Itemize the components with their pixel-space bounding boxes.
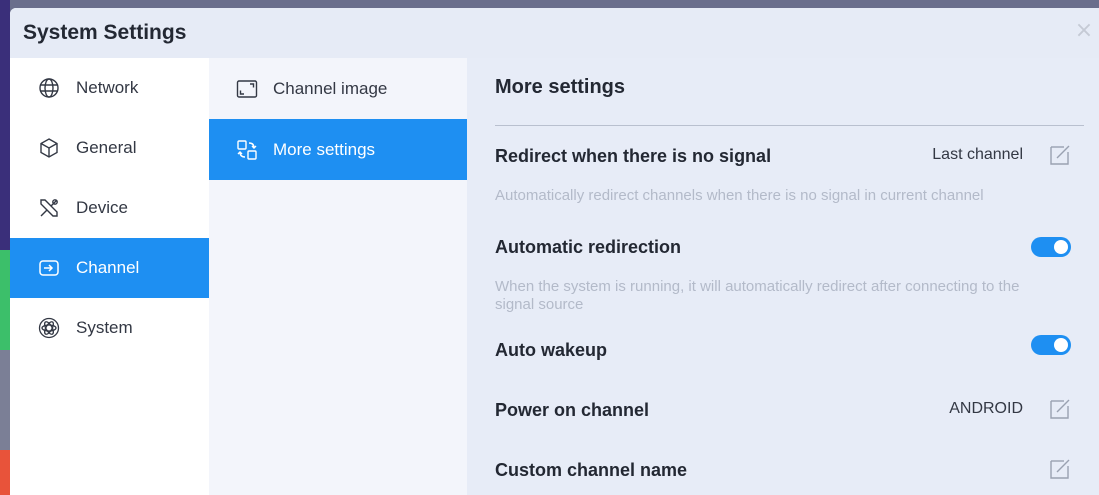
- submenu: Channel image More settings: [209, 58, 467, 495]
- switch-icon: [235, 138, 259, 162]
- settings-panel: More settings Redirect when there is no …: [467, 58, 1099, 495]
- window-title: System Settings: [23, 21, 187, 44]
- submenu-item-label: Channel image: [273, 78, 388, 98]
- setting-value: Last channel: [932, 146, 1023, 163]
- auto-wakeup-toggle[interactable]: [1031, 335, 1071, 355]
- edit-icon[interactable]: [1047, 456, 1073, 482]
- submenu-item-label: More settings: [273, 139, 376, 159]
- setting-auto-wakeup: Auto wakeup: [495, 335, 1087, 361]
- setting-power-on-channel: Power on channel ANDROID: [495, 399, 1087, 421]
- screen-icon: [235, 77, 259, 101]
- setting-label: Custom channel name: [495, 460, 688, 480]
- sidebar: Network General Device Channel System: [10, 58, 209, 495]
- desktop-edge-red: [0, 450, 10, 495]
- edit-icon[interactable]: [1047, 396, 1073, 422]
- desktop-edge-purple: [0, 0, 10, 250]
- setting-redirect-no-signal: Redirect when there is no signal Last ch…: [495, 145, 1087, 167]
- divider: [495, 125, 1084, 126]
- sidebar-item-channel[interactable]: Channel: [10, 238, 209, 298]
- sidebar-item-label: Channel: [76, 258, 140, 277]
- tools-icon: [37, 196, 61, 220]
- cube-icon: [37, 136, 61, 160]
- sidebar-item-system[interactable]: System: [10, 298, 209, 358]
- toggle-knob: [1054, 240, 1068, 254]
- globe-icon: [37, 76, 61, 100]
- setting-custom-channel-name: Custom channel name: [495, 459, 1087, 481]
- setting-auto-redirection: Automatic redirection: [495, 237, 1087, 258]
- sidebar-item-general[interactable]: General: [10, 118, 209, 178]
- atom-icon: [37, 316, 61, 340]
- setting-label: Redirect when there is no signal: [495, 146, 772, 166]
- submenu-item-channel-image[interactable]: Channel image: [209, 58, 467, 119]
- input-icon: [37, 256, 61, 280]
- sidebar-item-device[interactable]: Device: [10, 178, 209, 238]
- toggle-knob: [1054, 338, 1068, 352]
- setting-description: Automatically redirect channels when the…: [495, 187, 984, 204]
- desktop-edge-green: [0, 250, 10, 350]
- sidebar-item-label: System: [76, 318, 133, 337]
- setting-value: ANDROID: [949, 400, 1023, 417]
- setting-label: Auto wakeup: [495, 340, 608, 360]
- sidebar-item-label: Network: [76, 78, 139, 97]
- sidebar-item-label: Device: [76, 198, 128, 217]
- edit-icon[interactable]: [1047, 142, 1073, 168]
- auto-redirection-toggle[interactable]: [1031, 237, 1071, 257]
- title-bar: System Settings ×: [10, 8, 1099, 58]
- settings-window: System Settings × Network General Device…: [10, 8, 1099, 495]
- close-icon[interactable]: ×: [1073, 20, 1095, 42]
- panel-title: More settings: [495, 76, 626, 98]
- desktop-edge-gray: [0, 350, 10, 450]
- sidebar-item-network[interactable]: Network: [10, 58, 209, 118]
- setting-label: Power on channel: [495, 400, 650, 420]
- submenu-item-more-settings[interactable]: More settings: [209, 119, 467, 180]
- sidebar-item-label: General: [76, 138, 137, 157]
- setting-label: Automatic redirection: [495, 237, 682, 257]
- setting-description: When the system is running, it will auto…: [495, 278, 1020, 313]
